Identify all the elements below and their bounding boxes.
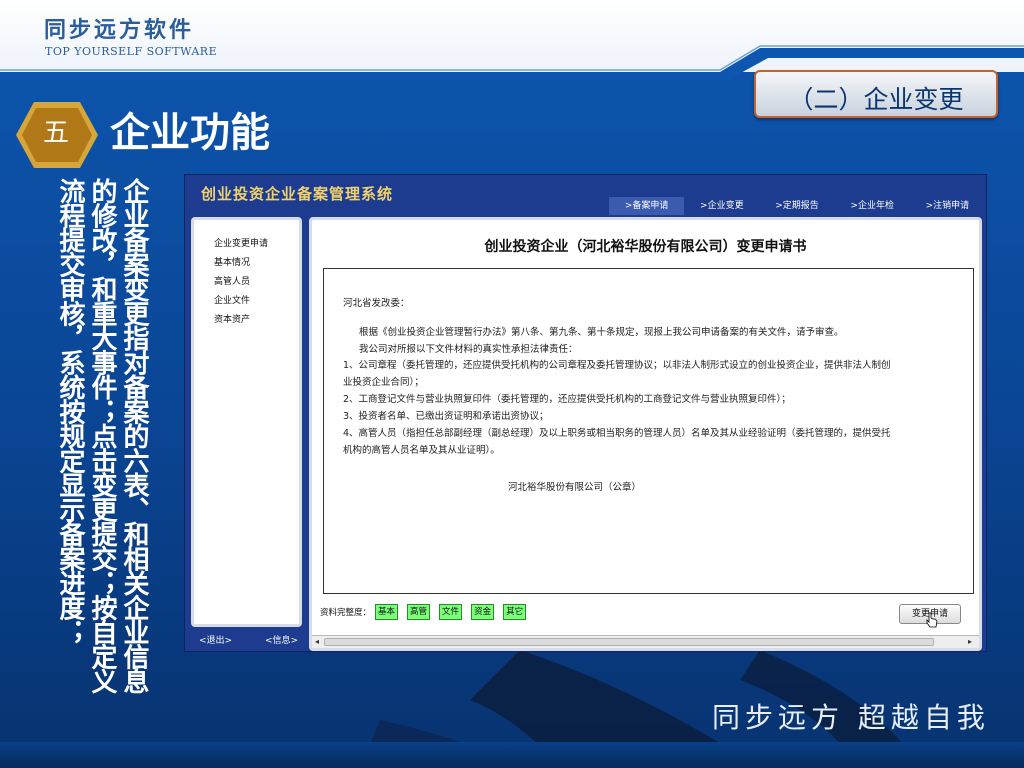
document-line: 2、工商登记文件与营业执照复印件（委托管理的，还应提供受托机构的工商登记文件与营… (343, 394, 791, 405)
bottom-bar (0, 742, 1024, 768)
nav-filing-application[interactable]: >备案申请 (609, 197, 685, 215)
scrollbar-thumb[interactable] (324, 638, 934, 646)
info-link[interactable]: <信息> (265, 633, 298, 646)
document-line: 业投资企业合同）； (343, 377, 424, 388)
horizontal-scrollbar[interactable]: ◂ ▸ (312, 635, 979, 648)
scroll-left-icon[interactable]: ◂ (315, 637, 319, 646)
sidebar-item-executives[interactable]: 高管人员 (214, 274, 250, 287)
app-nav-bar: >备案申请 >企业变更 >定期报告 >企业年检 >注销申请 (609, 197, 985, 215)
completion-status: 资料完整度： 基本 高管 文件 资金 其它 (320, 602, 535, 622)
brand-name-cn: 同步远方软件 (44, 18, 195, 43)
document-heading: 创业投资企业（河北裕华股份有限公司）变更申请书 (484, 239, 807, 255)
sidebar-item-change-application[interactable]: 企业变更申请 (214, 236, 268, 249)
app-window: 创业投资企业备案管理系统 >备案申请 >企业变更 >定期报告 >企业年检 >注销… (184, 174, 987, 652)
nav-annual-inspection[interactable]: >企业年检 (835, 197, 910, 215)
nav-periodic-report[interactable]: >定期报告 (759, 197, 834, 215)
sidebar-item-capital-assets[interactable]: 资本资产 (214, 312, 250, 325)
nav-enterprise-change[interactable]: >企业变更 (684, 197, 759, 215)
completion-chip-executives[interactable]: 高管 (407, 604, 431, 620)
slogan: 同步远方 超越自我 (712, 701, 990, 734)
completion-chip-documents[interactable]: 文件 (439, 604, 463, 620)
slide-title: 企业功能 (110, 109, 270, 156)
description-vertical-text: 企业备案变更指对备案的六表、和相关企业信息的修改，和重大事件；点击变更提交；按自… (55, 178, 149, 693)
app-title: 创业投资企业备案管理系统 (201, 185, 394, 203)
document-line: 1、公司章程（委托管理的，还应提供受托机构的公司章程及委托管理协议；以非法人制形… (343, 360, 891, 371)
completion-chip-other[interactable]: 其它 (503, 604, 527, 620)
sidebar-item-basic-info[interactable]: 基本情况 (214, 255, 250, 268)
document-line: 河北省发改委： (343, 298, 410, 309)
document-line: 根据《创业投资企业管理暂行办法》第八条、第九条、第十条规定，现报上我公司申请备案… (359, 327, 844, 338)
completion-chip-capital[interactable]: 资金 (471, 604, 495, 620)
document-line: 3、投资者名单、已缴出资证明和承诺出资协议； (343, 411, 549, 422)
document-signature: 河北裕华股份有限公司（公章） (508, 482, 642, 493)
nav-cancellation-application[interactable]: >注销申请 (910, 197, 985, 215)
document-line: 4、高管人员（指担任总部副经理（副总经理）及以上职务或相当职务的管理人员）名单及… (343, 428, 891, 439)
scroll-right-icon[interactable]: ▸ (968, 637, 972, 646)
completion-chip-basic[interactable]: 基本 (375, 604, 399, 620)
hand-cursor-icon (926, 612, 938, 628)
app-sidebar: 企业变更申请 基本情况 高管人员 企业文件 资本资产 (191, 217, 302, 627)
section-badge-label: （二）企业变更 (788, 85, 964, 114)
document-box: 河北省发改委： 根据《创业投资企业管理暂行办法》第八条、第九条、第十条规定，现报… (323, 268, 974, 594)
document-line: 机构的高管人员名单及其从业证明）。 (343, 445, 500, 456)
sidebar-item-documents[interactable]: 企业文件 (214, 293, 250, 306)
document-line: 我公司对所报以下文件材料的真实性承担法律责任： (359, 344, 578, 355)
section-number: 五 (42, 118, 69, 148)
section-badge: （二）企业变更 (754, 70, 998, 118)
brand-name-en: TOP YOURSELF SOFTWARE (45, 45, 218, 58)
app-main-panel: 创业投资企业（河北裕华股份有限公司）变更申请书 河北省发改委： 根据《创业投资企… (309, 217, 982, 651)
exit-link[interactable]: <退出> (199, 633, 232, 646)
completion-label: 资料完整度： (320, 608, 372, 618)
